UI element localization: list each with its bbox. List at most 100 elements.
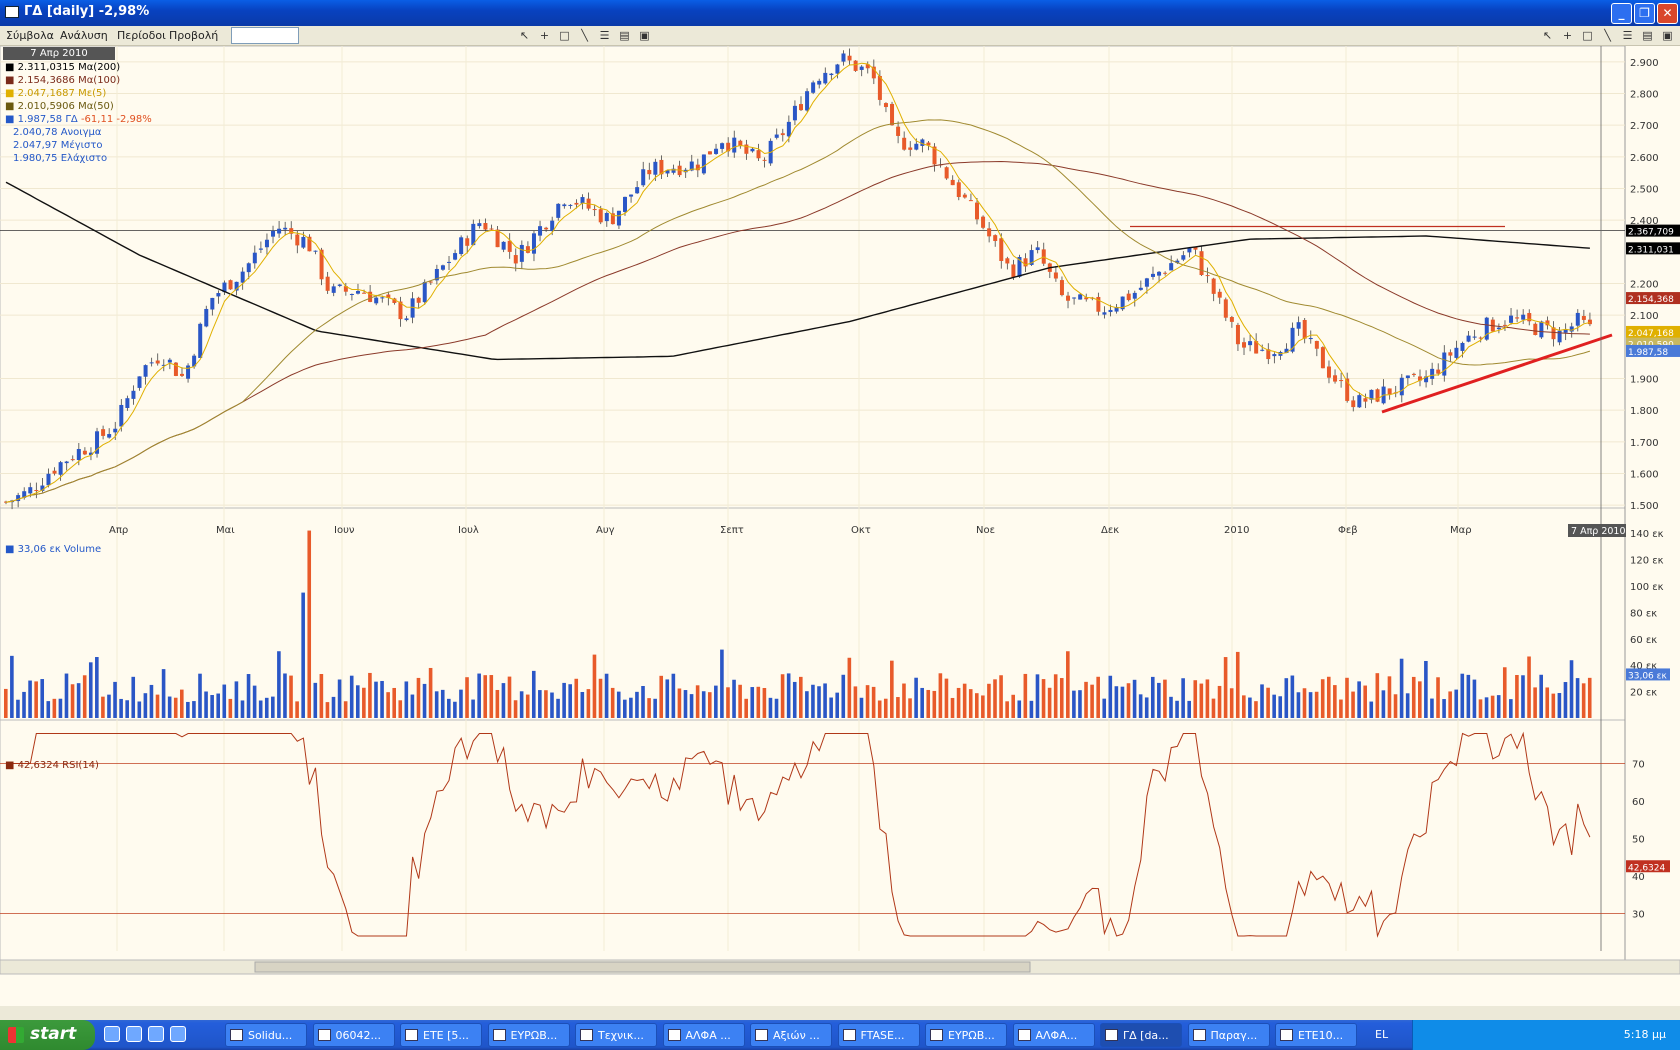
candle: [993, 235, 998, 242]
candle: [956, 182, 961, 198]
start-button[interactable]: start: [0, 1020, 95, 1050]
chart-area[interactable]: 2.900 2.800 2.700 2.600 2.500 2.400 2.200 2.100…: [0, 46, 1680, 1006]
close-button[interactable]: ✕: [1657, 3, 1678, 24]
candle: [1575, 312, 1580, 326]
volume-bar: [750, 687, 755, 718]
volume-bar: [987, 683, 991, 718]
app-icon[interactable]: [126, 1026, 142, 1042]
candle: [562, 204, 567, 207]
rsi-tag-label: 42,6324: [1628, 863, 1665, 873]
volume-bar: [1418, 681, 1422, 718]
taskbar-item[interactable]: ΕΥΡΩΒ...: [487, 1023, 570, 1047]
candle: [46, 473, 51, 486]
volume-bar: [186, 701, 190, 718]
line-tool-icon[interactable]: ╲: [578, 29, 591, 42]
volume-bar: [902, 683, 906, 718]
candle: [362, 292, 367, 294]
chart-tool-icon[interactable]: ▤: [618, 29, 631, 42]
desktop-icon[interactable]: [170, 1026, 186, 1042]
volume-bar: [1023, 673, 1028, 718]
rectangle-tool-icon[interactable]: □: [1581, 29, 1594, 42]
symbol-input[interactable]: [231, 27, 299, 44]
volume-bar: [428, 667, 433, 718]
minimize-button[interactable]: _: [1611, 3, 1632, 24]
crosshair-tool-icon[interactable]: +: [1561, 29, 1574, 42]
chart-canvas[interactable]: 2.9002.8002.7002.6002.5002.4002.2002.100…: [0, 46, 1680, 1006]
volume-bar: [240, 700, 245, 718]
volume-bar: [1096, 676, 1100, 718]
chart-tool-icon[interactable]: ▤: [1641, 29, 1654, 42]
taskbar-item[interactable]: Παραγ...: [1187, 1023, 1270, 1047]
taskbar-item[interactable]: Solidu...: [225, 1023, 307, 1047]
clock[interactable]: 5:18 μμ: [1624, 1028, 1666, 1041]
menu-periods[interactable]: Περίοδοι: [117, 29, 166, 42]
volume-bar: [1126, 683, 1131, 718]
price-tick: 2.900: [1630, 58, 1659, 69]
candle: [1357, 395, 1362, 408]
price-tag-label: 2.154,368: [1628, 295, 1674, 305]
volume-bar: [222, 684, 227, 718]
volume-bar: [1035, 674, 1040, 718]
ie-icon[interactable]: [104, 1026, 120, 1042]
line-tool-icon[interactable]: ╲: [1601, 29, 1614, 42]
volume-bar: [101, 696, 105, 718]
taskbar-item[interactable]: ETE10...: [1275, 1023, 1357, 1047]
save-icon[interactable]: ▣: [638, 29, 651, 42]
volume-bar: [714, 685, 718, 718]
candle: [720, 143, 725, 149]
candle: [841, 53, 846, 62]
menu-analysis[interactable]: Ανάλυση: [60, 29, 108, 42]
menu-view[interactable]: Προβολή: [169, 29, 218, 42]
rectangle-tool-icon[interactable]: □: [558, 29, 571, 42]
taskbar-item[interactable]: Τεχνικ...: [575, 1023, 657, 1047]
volume-bar: [1314, 691, 1319, 718]
candle: [149, 362, 154, 364]
volume-bar: [1084, 681, 1088, 718]
app-icon[interactable]: [148, 1026, 164, 1042]
window-icon: [930, 1029, 943, 1041]
language-indicator[interactable]: EL: [1375, 1028, 1388, 1041]
candle: [914, 143, 919, 150]
date-tick: Απρ: [109, 525, 128, 536]
restore-button[interactable]: ❐: [1634, 3, 1655, 24]
price-tag-label: 2.047,168: [1628, 329, 1674, 339]
volume-bar: [325, 702, 330, 718]
window-titlebar[interactable]: ΓΔ [daily] -2,98% _ ❐ ✕: [0, 0, 1680, 26]
price-tag-label: 1.987,58: [1628, 348, 1668, 358]
volume-bar: [137, 701, 142, 718]
volume-bar: [580, 691, 585, 718]
volume-bar: [234, 681, 239, 718]
taskbar-item[interactable]: ΑΛΦΑ...: [1012, 1023, 1095, 1047]
taskbar-item[interactable]: 06042...: [312, 1023, 395, 1047]
save-icon[interactable]: ▣: [1661, 29, 1674, 42]
volume-bar: [1381, 690, 1386, 718]
lines-tool-icon[interactable]: ☰: [1621, 29, 1634, 42]
volume-bar: [1211, 698, 1216, 718]
volume-bar: [1248, 697, 1252, 718]
volume-bar: [890, 660, 894, 718]
taskbar-item[interactable]: ΑΛΦΑ ...: [662, 1023, 745, 1047]
menu-symbols[interactable]: Σύμβολα: [6, 29, 54, 42]
taskbar-item[interactable]: FTASE...: [837, 1023, 920, 1047]
lines-tool-icon[interactable]: ☰: [598, 29, 611, 42]
volume-bar: [853, 686, 858, 718]
taskbar-item[interactable]: ΕΥΡΩΒ...: [925, 1023, 1007, 1047]
volume-bar: [993, 679, 997, 718]
candle: [489, 228, 494, 230]
candle: [440, 265, 445, 270]
candle: [999, 238, 1004, 261]
pointer-tool-icon[interactable]: ↖: [1541, 29, 1554, 42]
volume-bar: [1169, 696, 1173, 718]
candle: [811, 82, 816, 93]
volume-bar: [531, 670, 536, 718]
volume-bar: [1302, 688, 1307, 718]
candle: [507, 240, 512, 252]
crosshair-tool-icon[interactable]: +: [538, 29, 551, 42]
candle: [1399, 377, 1404, 396]
taskbar-item[interactable]: ΓΔ [da...: [1100, 1023, 1182, 1047]
taskbar-item[interactable]: ETE [5...: [400, 1023, 482, 1047]
candle: [1035, 247, 1040, 251]
taskbar-item[interactable]: Αξιών ...: [750, 1023, 832, 1047]
candle: [647, 169, 652, 175]
pointer-tool-icon[interactable]: ↖: [518, 29, 531, 42]
